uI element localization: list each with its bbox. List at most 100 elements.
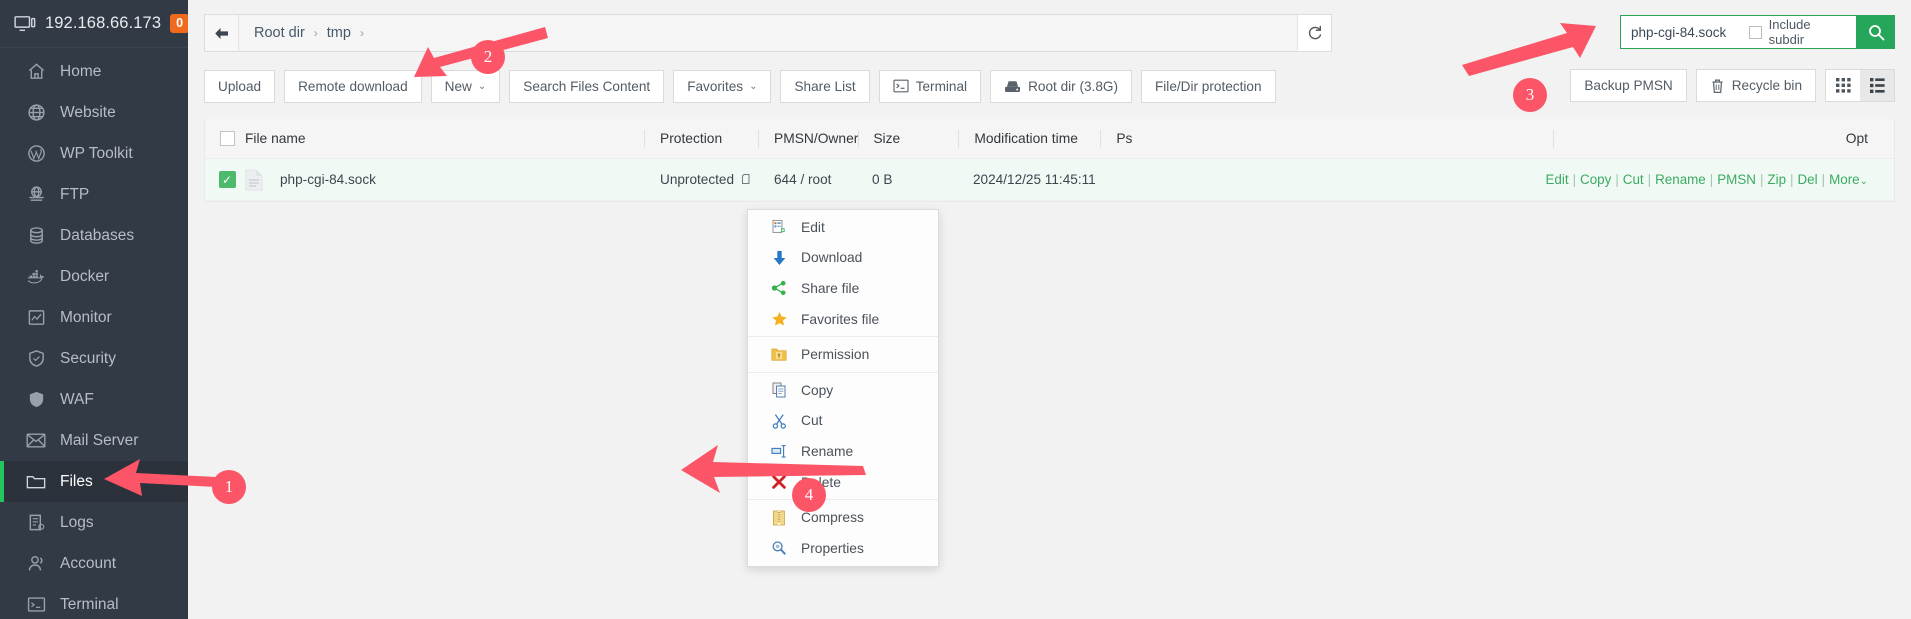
row-op-more[interactable]: More <box>1829 172 1860 187</box>
toolbar-button-upload[interactable]: Upload <box>204 69 276 103</box>
include-subdir-toggle[interactable]: Include subdir <box>1749 17 1856 47</box>
delete-x-icon <box>770 473 788 491</box>
sidebar-item-security[interactable]: Security <box>0 338 188 379</box>
sidebar-item-label: Mail Server <box>60 431 139 449</box>
sidebar-item-label: Home <box>60 62 102 80</box>
sidebar: 192.168.66.173 0 Home Website WP Toolkit FT… <box>0 0 188 619</box>
star-icon <box>770 310 788 328</box>
sidebar-item-mail-server[interactable]: Mail Server <box>0 420 188 461</box>
sidebar-ip-label: 192.168.66.173 <box>45 14 162 32</box>
sidebar-item-home[interactable]: Home <box>0 51 188 92</box>
row-op-separator: | <box>1615 172 1619 187</box>
row-select-cell[interactable]: ✓ <box>205 171 241 188</box>
select-all-cell[interactable] <box>205 131 241 146</box>
context-menu-item-label: Compress <box>801 510 864 526</box>
row-op-copy[interactable]: Copy <box>1580 172 1611 187</box>
sidebar-item-databases[interactable]: Databases <box>0 215 188 256</box>
file-table-header: File name Protection PMSN/Owner Size Mod… <box>205 119 1894 159</box>
row-file-name-cell[interactable]: php-cgi-84.sock <box>241 169 644 191</box>
rename-icon <box>770 442 788 460</box>
toolbar-button-favorites[interactable]: Favorites ⌄ <box>673 69 772 103</box>
sidebar-notification-badge[interactable]: 0 <box>170 14 188 33</box>
list-view-icon[interactable] <box>1860 70 1894 101</box>
column-file-name[interactable]: File name <box>241 131 644 146</box>
select-all-checkbox[interactable] <box>219 131 235 146</box>
sidebar-item-label: Monitor <box>60 308 112 326</box>
row-op-edit[interactable]: Edit <box>1545 172 1568 187</box>
column-size[interactable]: Size <box>859 131 958 146</box>
toolbar-button-label: Recycle bin <box>1731 78 1802 93</box>
context-menu-item-edit[interactable]: Edit <box>748 212 938 243</box>
column-protection[interactable]: Protection <box>645 131 758 146</box>
toolbar-button-terminal[interactable]: Terminal <box>878 69 982 103</box>
column-owner[interactable]: PMSN/Owner <box>759 131 858 146</box>
sidebar-item-label: Logs <box>60 513 94 531</box>
toolbar-button-recycle-bin[interactable]: Recycle bin <box>1695 69 1816 102</box>
row-checkbox-checked[interactable]: ✓ <box>218 171 236 188</box>
sidebar-item-website[interactable]: Website <box>0 92 188 133</box>
sidebar-item-docker[interactable]: Docker <box>0 256 188 297</box>
toolbar-button-share-list[interactable]: Share List <box>780 69 870 103</box>
row-op-pmsn[interactable]: PMSN <box>1717 172 1756 187</box>
sidebar-item-ftp[interactable]: FTP <box>0 174 188 215</box>
arrow-left-icon <box>215 27 228 39</box>
sidebar-item-label: Account <box>60 554 117 572</box>
include-subdir-checkbox[interactable] <box>1749 25 1762 39</box>
context-menu-item-copy[interactable]: Copy <box>748 375 938 406</box>
context-menu-separator <box>748 371 938 373</box>
toolbar-button-backup-pmsn[interactable]: Backup PMSN <box>1570 69 1687 102</box>
context-menu-item-delete[interactable]: Delete <box>748 467 938 498</box>
column-ps[interactable]: Ps <box>1101 131 1553 146</box>
sidebar-item-logs[interactable]: Logs <box>0 502 188 543</box>
log-icon <box>26 513 46 533</box>
context-menu-separator <box>748 336 938 338</box>
context-menu-item-download[interactable]: Download <box>748 243 938 274</box>
sidebar-item-monitor[interactable]: Monitor <box>0 297 188 338</box>
column-modification-time[interactable]: Modification time <box>959 131 1100 146</box>
toolbar-button-root-dir-3-8g-[interactable]: Root dir (3.8G) <box>990 69 1132 103</box>
context-menu-item-compress[interactable]: Compress <box>748 502 938 533</box>
context-menu-item-share-file[interactable]: Share file <box>748 273 938 304</box>
context-menu-item-properties[interactable]: Properties <box>748 533 938 564</box>
row-protection-cell: Unprotected <box>645 172 758 187</box>
sidebar-item-terminal[interactable]: Terminal <box>0 584 188 619</box>
sidebar-item-label: Terminal <box>60 595 119 613</box>
docker-icon <box>26 267 46 287</box>
breadcrumb-item-0[interactable]: Root dir <box>254 25 305 41</box>
toolbar-button-file-dir-protection[interactable]: File/Dir protection <box>1140 69 1276 103</box>
context-menu-item-permission[interactable]: Permission <box>748 339 938 370</box>
main-panel: Root dir › tmp › Include subdir <box>188 0 1911 619</box>
terminal-icon <box>893 79 909 93</box>
refresh-button[interactable] <box>1297 15 1331 51</box>
toolbar-button-remote-download[interactable]: Remote download <box>284 69 422 103</box>
context-menu-item-rename[interactable]: Rename <box>748 436 938 467</box>
sidebar-item-label: Databases <box>60 226 135 244</box>
row-op-cut[interactable]: Cut <box>1623 172 1644 187</box>
toolbar-button-new[interactable]: New ⌄ <box>430 69 501 103</box>
context-menu-item-cut[interactable]: Cut <box>748 406 938 437</box>
breadcrumb-item-1[interactable]: tmp <box>327 25 351 41</box>
sidebar-item-files[interactable]: Files <box>0 461 188 502</box>
toolbar-button-search-files-content[interactable]: Search Files Content <box>509 69 665 103</box>
copy-small-icon[interactable] <box>741 173 752 186</box>
grid-view-icon[interactable] <box>1826 70 1860 101</box>
sidebar-item-waf[interactable]: WAF <box>0 379 188 420</box>
breadcrumb: Root dir › tmp › <box>239 15 1297 51</box>
table-row[interactable]: ✓ php-cgi-84.sock Unprotected 644 / root… <box>205 159 1894 201</box>
mail-icon <box>26 431 46 451</box>
context-menu-item-label: Share file <box>801 280 860 296</box>
globe-icon <box>26 103 46 123</box>
annotation-marker-3: 3 <box>1513 78 1547 112</box>
back-button[interactable] <box>205 15 239 51</box>
sidebar-item-wp-toolkit[interactable]: WP Toolkit <box>0 133 188 174</box>
row-op-del[interactable]: Del <box>1798 172 1818 187</box>
search-button[interactable] <box>1857 15 1895 49</box>
row-op-zip[interactable]: Zip <box>1767 172 1786 187</box>
sidebar-item-account[interactable]: Account <box>0 543 188 584</box>
search-input[interactable] <box>1621 16 1749 48</box>
monitor-icon <box>14 15 36 31</box>
context-menu-item-favorites-file[interactable]: Favorites file <box>748 304 938 335</box>
home-icon <box>26 62 46 82</box>
row-op-rename[interactable]: Rename <box>1655 172 1706 187</box>
view-toggle <box>1825 69 1895 102</box>
